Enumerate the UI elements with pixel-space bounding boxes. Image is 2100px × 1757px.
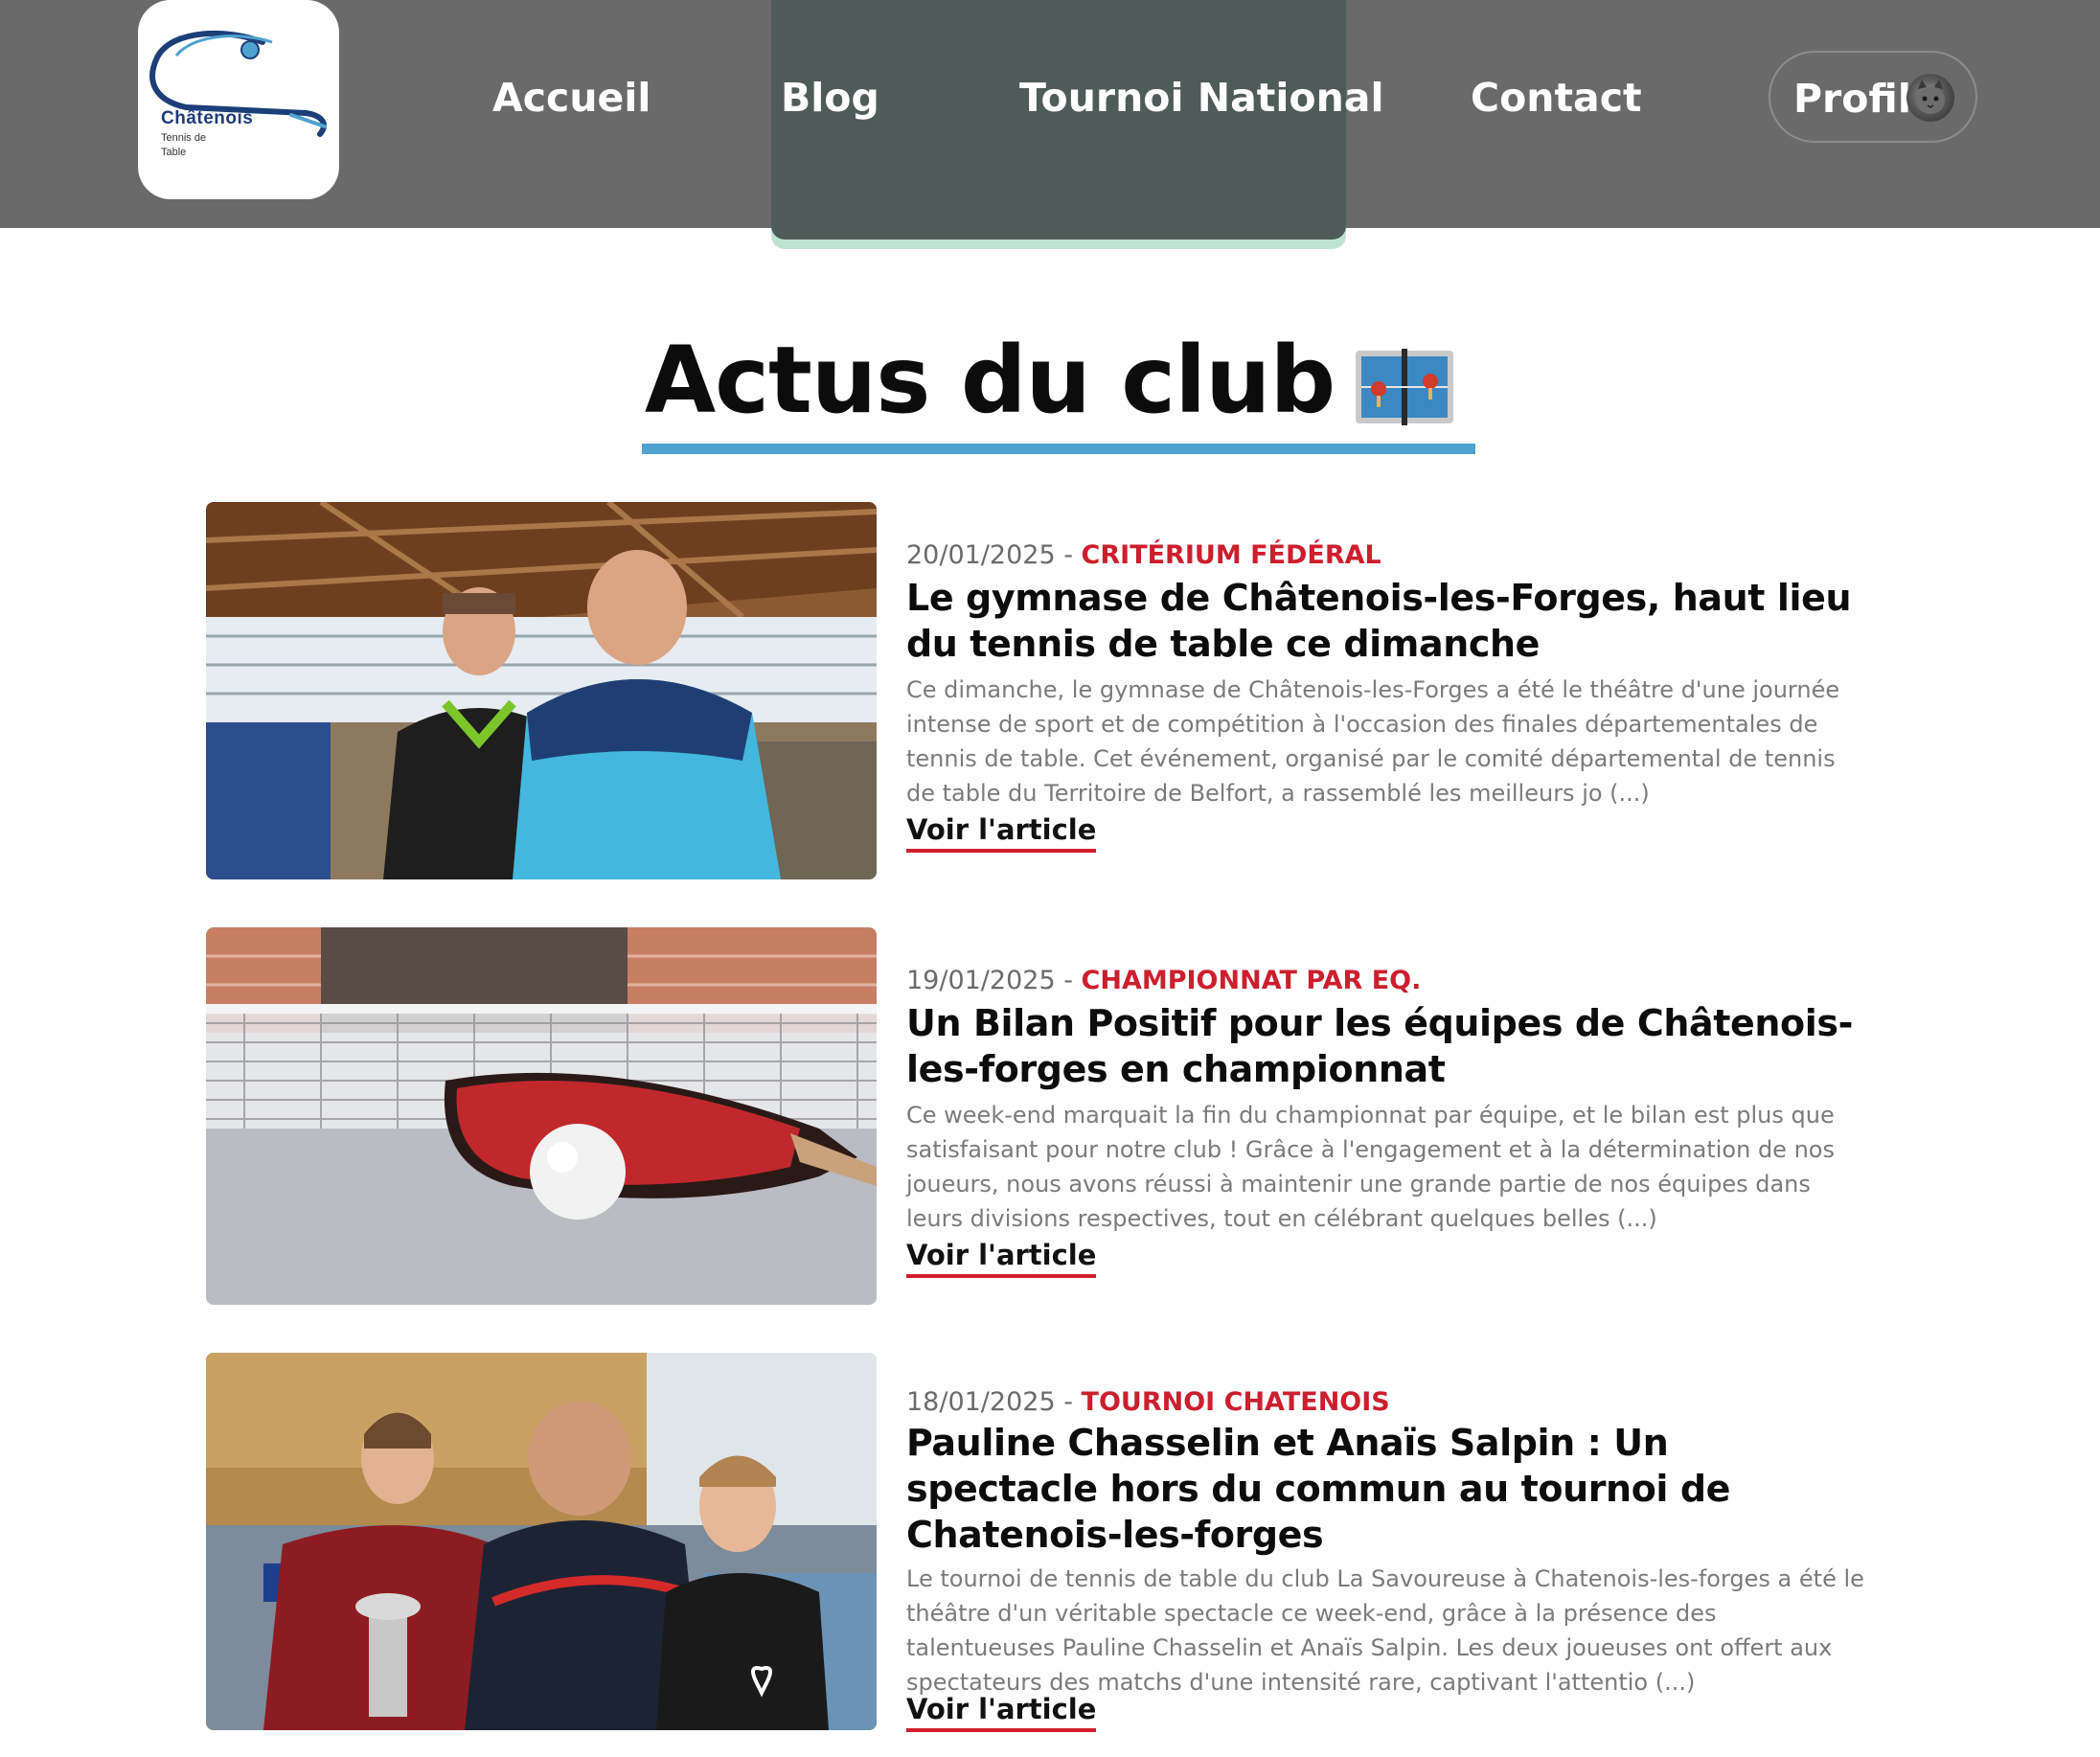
article-category[interactable]: CHAMPIONNAT PAR EQ. [1082, 966, 1422, 995]
article-meta: 19/01/2025 - CHAMPIONNAT PAR EQ. [906, 966, 1421, 996]
cat-avatar-icon [1916, 80, 1945, 114]
nav-blog[interactable]: Blog [781, 75, 879, 121]
article-excerpt: Le tournoi de tennis de table du club La… [906, 1565, 1864, 1696]
article-meta: 18/01/2025 - TOURNOI CHATENOIS [906, 1387, 1390, 1418]
article-excerpt: Ce dimanche, le gymnase de Châtenois-les… [906, 676, 1840, 807]
article-category[interactable]: TOURNOI CHATENOIS [1082, 1387, 1390, 1417]
logo-line-1: Châtenois [161, 108, 254, 128]
article-excerpt: Ce week-end marquait la fin du championn… [906, 1102, 1835, 1232]
page-title-text: Actus du club [644, 327, 1335, 434]
site-header: Châtenois Tennis de Table Accueil Blog T… [0, 0, 2100, 240]
article-image[interactable] [206, 1353, 877, 1730]
meta-separator: - [1055, 1387, 1082, 1417]
read-article-link[interactable]: Voir l'article [906, 1238, 1097, 1278]
nav-tournoi-national[interactable]: Tournoi National [1019, 75, 1384, 121]
club-logo[interactable]: Châtenois Tennis de Table [138, 0, 339, 199]
profile-label: Profil [1793, 76, 1911, 122]
paddle-and-ball-on-table-photo [206, 927, 877, 1305]
page-title: Actus du club [0, 328, 2100, 433]
read-article-link[interactable]: Voir l'article [906, 1692, 1097, 1732]
meta-separator: - [1055, 966, 1082, 995]
article-date: 18/01/2025 [906, 1387, 1056, 1417]
article-date: 20/01/2025 [906, 540, 1056, 570]
meta-separator: - [1055, 540, 1082, 570]
article-title[interactable]: Pauline Chasselin et Anaïs Salpin : Un s… [906, 1420, 1864, 1558]
logo-line-2: Tennis de [161, 132, 207, 144]
avatar [1906, 74, 1954, 122]
logo-racket-icon [149, 30, 327, 137]
nav-contact[interactable]: Contact [1471, 75, 1642, 121]
article-date: 19/01/2025 [906, 966, 1056, 995]
article-title[interactable]: Un Bilan Positif pour les équipes de Châ… [906, 1000, 1864, 1092]
logo-text: Châtenois Tennis de Table [161, 109, 253, 158]
profile-button[interactable]: Profil [1769, 51, 1977, 143]
article-image[interactable] [206, 927, 877, 1305]
article-image[interactable] [206, 502, 877, 879]
article-meta: 20/01/2025 - CRITÉRIUM FÉDÉRAL [906, 540, 1381, 571]
logo-line-3: Table [161, 147, 187, 158]
players-with-trophy-photo [206, 1353, 877, 1730]
read-article-link[interactable]: Voir l'article [906, 812, 1097, 853]
article-category[interactable]: CRITÉRIUM FÉDÉRAL [1082, 540, 1381, 570]
ping-pong-table-icon [1354, 341, 1455, 425]
title-underline [642, 444, 1475, 454]
article-title[interactable]: Le gymnase de Châtenois-les-Forges, haut… [906, 575, 1864, 667]
two-men-in-gymnasium-photo [206, 502, 877, 879]
nav-accueil[interactable]: Accueil [492, 75, 651, 121]
